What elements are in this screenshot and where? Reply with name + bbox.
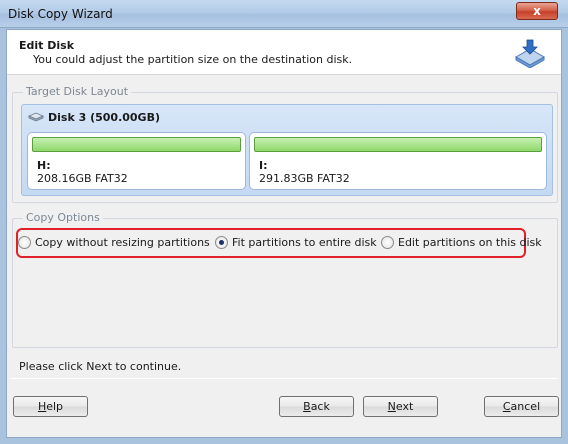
disk-copy-icon	[514, 39, 546, 68]
partition-info: 208.16GB FAT32	[37, 172, 128, 185]
cancel-mnemonic: C	[502, 400, 511, 413]
next-label: ext	[395, 400, 414, 413]
title-bar: Disk Copy Wizard x	[0, 0, 568, 28]
help-button[interactable]: Help	[13, 396, 88, 417]
partition-info: 291.83GB FAT32	[259, 172, 350, 185]
partition-usage-bar	[32, 137, 241, 152]
radio-label: Fit partitions to entire disk	[232, 236, 377, 249]
radio-label: Edit partitions on this disk	[398, 236, 542, 249]
next-button[interactable]: Next	[363, 396, 438, 417]
back-mnemonic: B	[303, 400, 311, 413]
copy-options-group: Copy Options Copy without resizing parti…	[12, 211, 558, 348]
cancel-button[interactable]: Cancel	[484, 396, 559, 417]
help-label: elp	[46, 400, 64, 413]
divider	[11, 378, 557, 379]
window-title: Disk Copy Wizard	[8, 7, 113, 21]
page-subtitle: You could adjust the partition size on t…	[33, 53, 353, 66]
radio-edit-partitions[interactable]: Edit partitions on this disk	[381, 236, 542, 249]
instruction-text: Please click Next to continue.	[19, 360, 182, 373]
radio-button[interactable]	[215, 236, 228, 249]
target-disk-layout-group: Target Disk Layout Disk 3 (500.00GB) H: …	[12, 85, 558, 203]
partition-h[interactable]: H: 208.16GB FAT32	[27, 132, 246, 190]
partition-letter: I:	[259, 159, 268, 172]
back-label: ack	[310, 400, 330, 413]
target-disk-layout-legend: Target Disk Layout	[23, 85, 132, 98]
close-icon: x	[533, 4, 541, 18]
hard-disk-icon	[28, 112, 44, 122]
partition-i[interactable]: I: 291.83GB FAT32	[249, 132, 547, 190]
radio-fit-partitions[interactable]: Fit partitions to entire disk	[215, 236, 377, 249]
dialog-body: Edit Disk You could adjust the partition…	[6, 29, 562, 438]
disk-map[interactable]: Disk 3 (500.00GB) H: 208.16GB FAT32 I: 2…	[21, 104, 553, 196]
partition-letter: H:	[37, 159, 51, 172]
cancel-label: ancel	[510, 400, 541, 413]
radio-copy-without-resizing[interactable]: Copy without resizing partitions	[18, 236, 210, 249]
copy-options-legend: Copy Options	[23, 211, 103, 224]
next-mnemonic: N	[387, 400, 396, 413]
wizard-header: Edit Disk You could adjust the partition…	[7, 30, 561, 75]
back-button[interactable]: Back	[279, 396, 354, 417]
page-title: Edit Disk	[19, 39, 75, 52]
radio-button[interactable]	[381, 236, 394, 249]
partition-usage-bar	[254, 137, 542, 152]
help-mnemonic: H	[37, 400, 47, 413]
radio-label: Copy without resizing partitions	[35, 236, 210, 249]
close-button[interactable]: x	[516, 2, 558, 20]
radio-button[interactable]	[18, 236, 31, 249]
disk-label: Disk 3 (500.00GB)	[48, 111, 160, 124]
